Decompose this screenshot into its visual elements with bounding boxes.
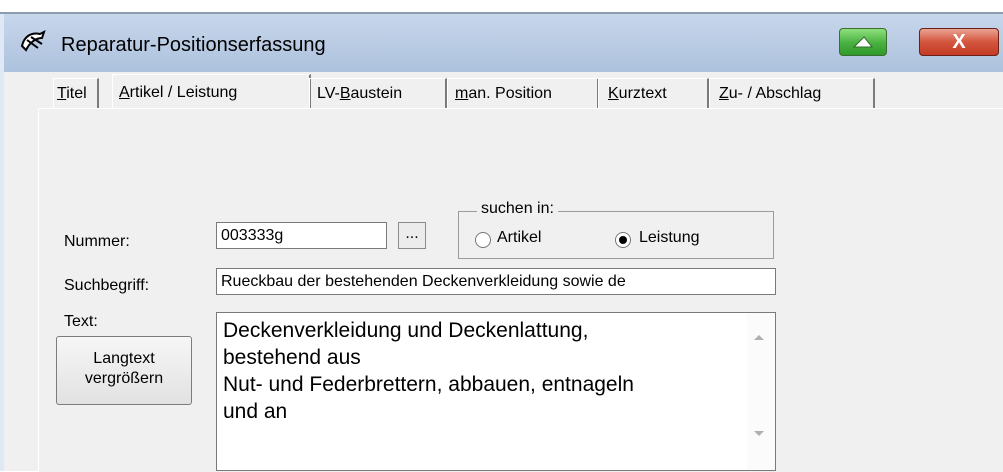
tab-artikel-leistung[interactable]: Artikel / Leistung [112,74,311,111]
minimize-icon [852,36,874,48]
browse-button[interactable]: ... [398,222,426,249]
suchbegriff-label: Suchbegriff: [64,277,150,294]
title-bar[interactable]: Reparatur-Positionserfassung X [4,14,1003,72]
search-in-group: suchen in: Artikel Leistung [458,200,774,259]
langtext-vergroessern-button[interactable]: Langtext vergrößern [56,336,192,405]
desktop-strip [0,0,1003,14]
text-line: Nut- und Federbrettern, abbauen, entnage… [223,373,634,396]
radio-artikel[interactable] [475,232,491,248]
text-line: und an [223,400,288,423]
radio-artikel-label: Artikel [497,229,542,246]
tab-lv-baustein[interactable]: LV-Baustein [309,78,447,109]
tab-man-position[interactable]: man. Position [447,78,599,109]
tab-zu-abschlag[interactable]: Zu- / Abschlag [709,78,875,109]
suchbegriff-field[interactable]: Rueckbau der bestehenden Deckenverkleidu… [216,268,776,295]
close-button[interactable]: X [919,28,999,56]
radio-leistung-label: Leistung [639,229,700,246]
search-in-label: suchen in: [477,200,558,218]
scroll-up-icon[interactable] [754,335,764,340]
nummer-field[interactable]: 003333g [216,222,387,249]
scroll-down-icon[interactable] [754,431,764,436]
minimize-button[interactable] [839,28,887,56]
text-scrollbar[interactable] [747,313,775,470]
app-icon [20,30,46,52]
text-content: Deckenverkleidung und Deckenlattung, bes… [223,317,743,425]
tab-kurztext[interactable]: Kurztext [598,78,709,109]
text-label: Text: [64,313,98,330]
text-line: bestehend aus [223,346,361,369]
text-area[interactable]: Deckenverkleidung und Deckenlattung, bes… [216,312,776,471]
tab-titel[interactable]: Titel [53,78,99,109]
window-title: Reparatur-Positionserfassung [61,34,326,56]
radio-leistung[interactable] [615,232,631,248]
text-line: Deckenverkleidung und Deckenlattung, [223,319,589,342]
close-icon: X [952,31,966,53]
nummer-label: Nummer: [64,233,130,250]
